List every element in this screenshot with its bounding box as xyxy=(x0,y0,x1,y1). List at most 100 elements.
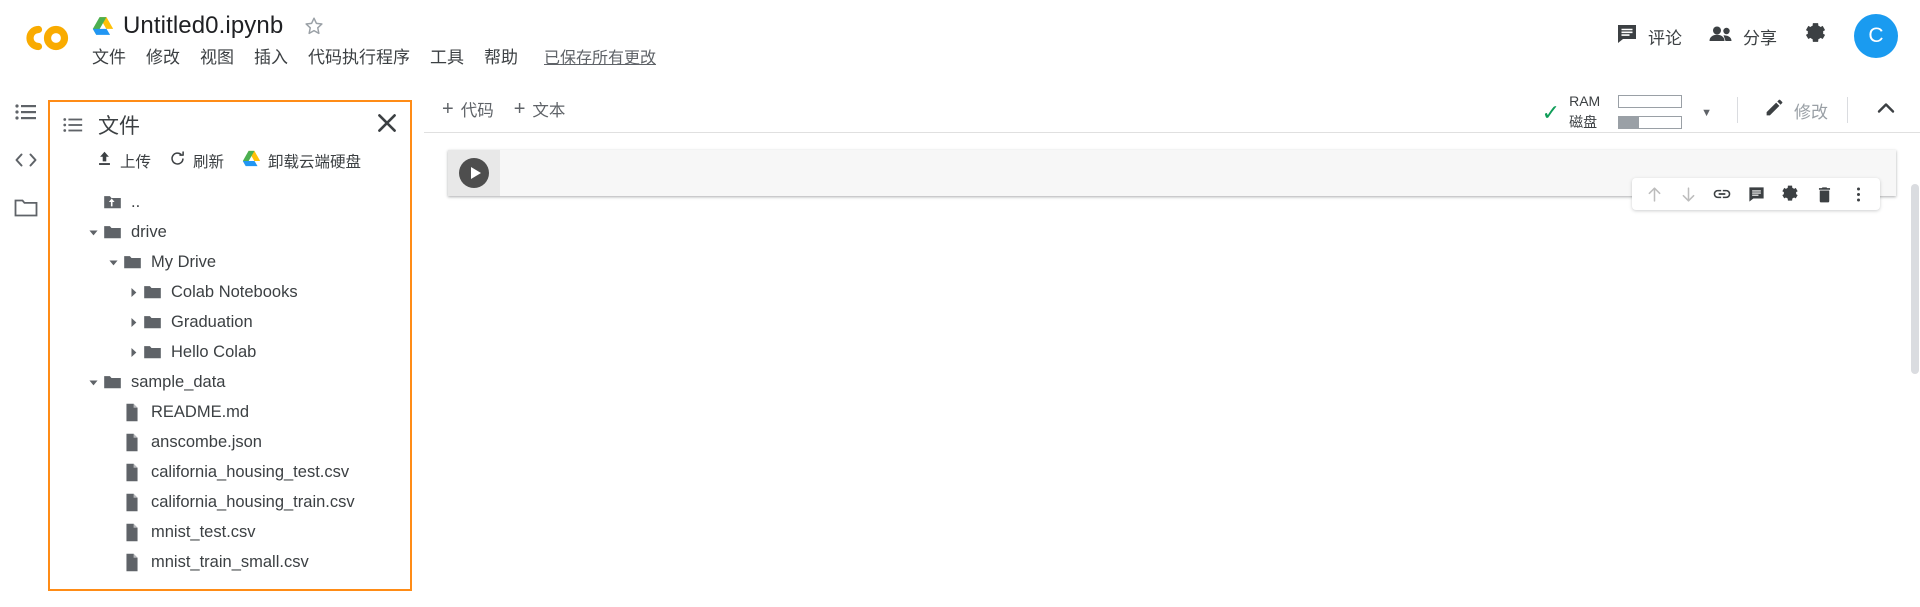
chevron-up-icon[interactable] xyxy=(1874,96,1898,125)
comment-button[interactable]: 评论 xyxy=(1615,22,1682,51)
file-icon xyxy=(122,432,142,452)
tree-row-file[interactable]: anscombe.json xyxy=(50,427,410,457)
tree-row-folder[interactable]: drive xyxy=(50,217,410,247)
folder-icon xyxy=(142,312,162,332)
tree-row-folder[interactable]: sample_data xyxy=(50,367,410,397)
comment-icon[interactable] xyxy=(1746,184,1766,204)
vertical-scrollbar[interactable] xyxy=(1911,184,1919,374)
folder-icon[interactable] xyxy=(12,193,40,221)
tree-item-label: README.md xyxy=(151,402,250,421)
folder-icon xyxy=(122,252,142,272)
disk-bar xyxy=(1618,115,1683,129)
files-panel-title: 文件 xyxy=(98,115,140,138)
menu-file[interactable]: 文件 xyxy=(92,43,126,68)
tree-item-label: mnist_train_small.csv xyxy=(151,552,309,571)
tree-item-label: california_housing_train.csv xyxy=(151,492,355,511)
comment-label: 评论 xyxy=(1648,28,1682,48)
tree-item-label: sample_data xyxy=(131,372,226,391)
settings-button[interactable] xyxy=(1803,21,1828,51)
tree-row-file[interactable]: README.md xyxy=(50,397,410,427)
folder-up-icon xyxy=(102,192,122,212)
save-status-link[interactable]: 已保存所有更改 xyxy=(544,44,656,68)
refresh-button[interactable]: 刷新 xyxy=(169,150,224,172)
more-vertical-icon[interactable] xyxy=(1848,184,1868,204)
page-title[interactable]: Untitled0.ipynb xyxy=(123,12,283,40)
tree-row-file[interactable]: mnist_test.csv xyxy=(50,517,410,547)
add-code-cell-button[interactable]: + 代码 xyxy=(442,97,494,121)
chevron-right-icon[interactable] xyxy=(124,283,142,301)
menu-insert[interactable]: 插入 xyxy=(254,43,288,68)
edit-button[interactable]: 修改 xyxy=(1764,97,1828,123)
chevron-right-icon[interactable] xyxy=(124,343,142,361)
trash-icon[interactable] xyxy=(1814,184,1834,204)
refresh-label: 刷新 xyxy=(193,154,225,171)
chevron-down-icon[interactable] xyxy=(84,223,102,241)
tree-row-folder[interactable]: Colab Notebooks xyxy=(50,277,410,307)
chevron-down-icon[interactable] xyxy=(104,253,122,271)
files-panel-header: 文件 xyxy=(50,102,410,148)
file-icon xyxy=(122,402,142,422)
upload-label: 上传 xyxy=(120,154,152,171)
menu-help[interactable]: 帮助 xyxy=(484,43,518,68)
resource-bars: RAM 磁盘 xyxy=(1569,93,1683,132)
avatar[interactable]: C xyxy=(1854,14,1898,58)
chevron-right-icon[interactable] xyxy=(124,313,142,331)
tree-row-folder[interactable]: Graduation xyxy=(50,307,410,337)
pencil-icon xyxy=(1764,97,1785,123)
unmount-drive-button[interactable]: 卸载云端硬盘 xyxy=(242,150,361,172)
top-bar: Untitled0.ipynb 文件 修改 视图 插入 代码执行程序 工具 帮助… xyxy=(0,0,1920,86)
tree-item-label: drive xyxy=(131,222,167,241)
tree-item-label: Colab Notebooks xyxy=(171,282,298,301)
document-title-row: Untitled0.ipynb xyxy=(92,10,325,42)
tree-row-file[interactable]: mnist_train_small.csv xyxy=(50,547,410,577)
tree-row-folder[interactable]: Hello Colab xyxy=(50,337,410,367)
chevron-down-icon[interactable] xyxy=(84,373,102,391)
tree-row-file[interactable]: california_housing_test.csv xyxy=(50,457,410,487)
ram-label: RAM xyxy=(1569,93,1601,109)
chevron-down-icon[interactable]: ▼ xyxy=(1701,107,1712,119)
arrow-up-icon[interactable] xyxy=(1644,184,1664,204)
share-button[interactable]: 分享 xyxy=(1708,22,1777,51)
plus-icon: + xyxy=(513,98,526,120)
menu-edit[interactable]: 修改 xyxy=(146,43,180,68)
upload-button[interactable]: 上传 xyxy=(96,150,151,172)
upload-icon xyxy=(96,150,113,172)
checkmark-icon: ✓ xyxy=(1541,99,1561,125)
list-icon[interactable] xyxy=(62,114,84,136)
code-cell xyxy=(448,150,1896,210)
google-drive-icon xyxy=(242,150,261,172)
menu-tools[interactable]: 工具 xyxy=(430,43,464,68)
cell-action-toolbar xyxy=(1632,178,1880,210)
tree-row-file[interactable]: california_housing_train.csv xyxy=(50,487,410,517)
menu-bar: 文件 修改 视图 插入 代码执行程序 工具 帮助 已保存所有更改 xyxy=(92,43,656,68)
ram-row: RAM xyxy=(1569,93,1683,109)
disk-row: 磁盘 xyxy=(1569,112,1683,132)
tree-item-label: Graduation xyxy=(171,312,253,331)
code-snippets-icon[interactable] xyxy=(12,146,40,174)
menu-view[interactable]: 视图 xyxy=(200,43,234,68)
tree-row-folder[interactable]: My Drive xyxy=(50,247,410,277)
close-icon[interactable] xyxy=(374,110,400,136)
tree-item-label: Hello Colab xyxy=(171,342,257,361)
arrow-down-icon[interactable] xyxy=(1678,184,1698,204)
add-text-cell-button[interactable]: + 文本 xyxy=(514,97,566,121)
tree-item-label: anscombe.json xyxy=(151,432,262,451)
add-text-label: 文本 xyxy=(532,102,566,120)
folder-icon xyxy=(142,282,162,302)
left-icon-rail xyxy=(0,88,50,607)
tree-item-label: .. xyxy=(131,192,141,211)
people-icon xyxy=(1708,22,1734,51)
ram-bar xyxy=(1618,94,1683,108)
tree-row-folder[interactable]: .. xyxy=(50,187,410,217)
link-icon[interactable] xyxy=(1712,184,1732,204)
run-cell-button[interactable] xyxy=(459,158,489,188)
gear-icon[interactable] xyxy=(1780,184,1800,204)
colab-logo[interactable] xyxy=(18,18,72,58)
add-code-label: 代码 xyxy=(460,102,494,120)
files-panel: 文件 上传 刷新 卸载云端硬盘 .. drive My Drive Colab … xyxy=(48,100,412,591)
star-outline-icon[interactable] xyxy=(303,15,325,37)
file-icon xyxy=(122,552,142,572)
menu-runtime[interactable]: 代码执行程序 xyxy=(308,43,410,68)
resource-usage-indicator[interactable]: ✓ RAM 磁盘 ▼ xyxy=(1542,93,1712,132)
table-of-contents-icon[interactable] xyxy=(12,98,40,126)
